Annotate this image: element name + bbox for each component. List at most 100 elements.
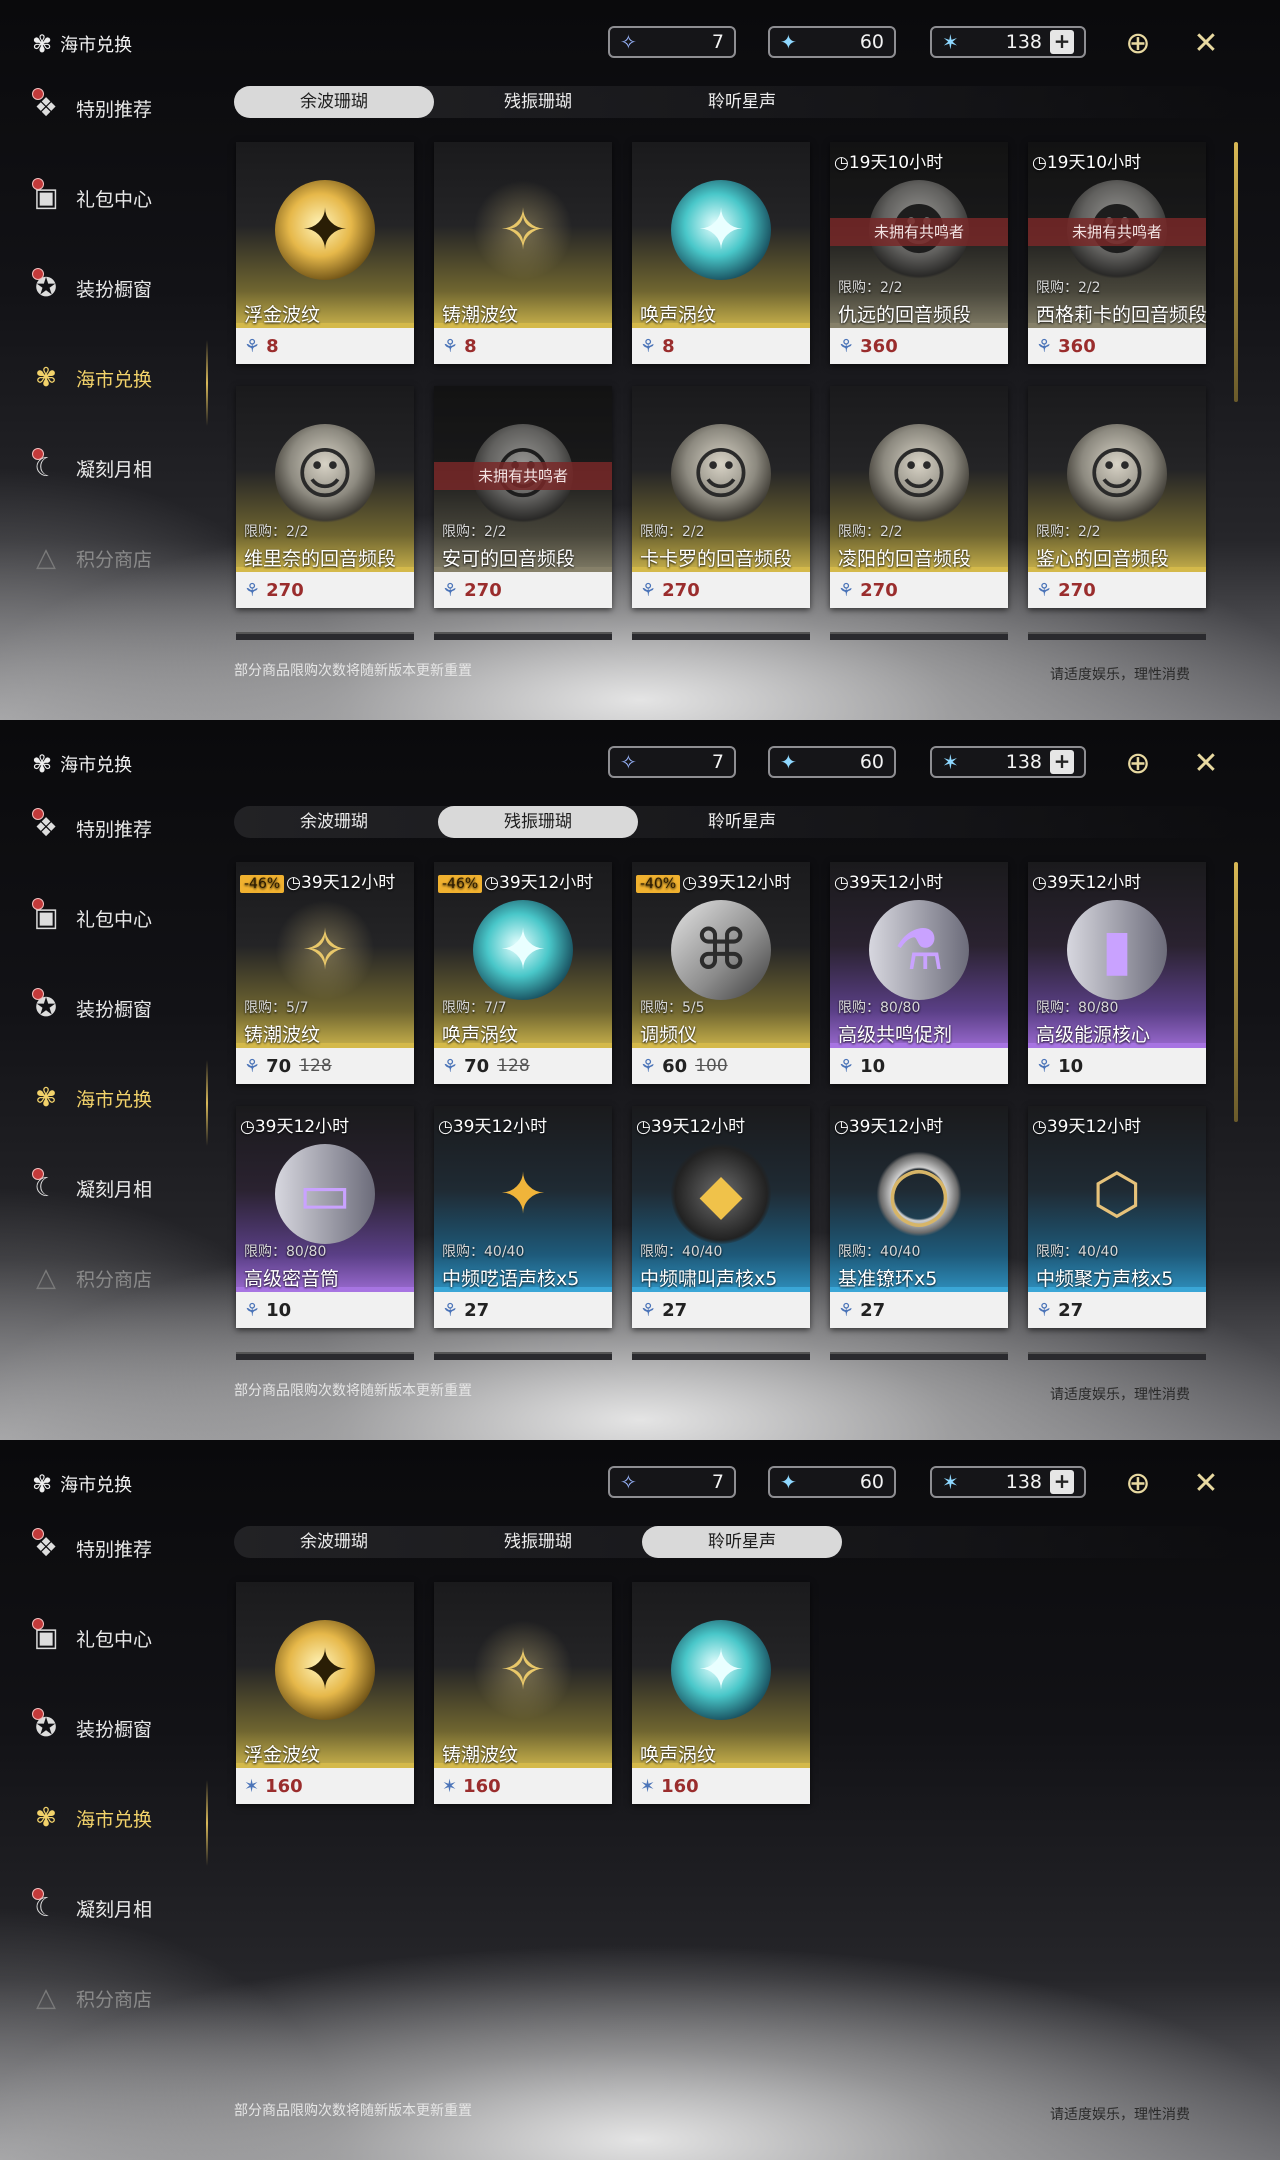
currency-value: 7	[711, 1471, 724, 1493]
sidebar-item-5[interactable]: ☾ 凝刻月相	[28, 1166, 203, 1210]
shop-item-card[interactable]: ✦ -46% ◷39天12小时 限购：7/7 唤声涡纹 ⚘ 70 128	[434, 862, 612, 1084]
sidebar-item-4[interactable]: ✾ 海市兑换	[28, 1796, 203, 1840]
settings-icon[interactable]: ⊕	[1118, 1464, 1158, 1504]
sidebar-item-6[interactable]: △ 积分商店	[28, 1256, 203, 1300]
price-value: 270	[1058, 579, 1096, 601]
shop-item-card[interactable]: ◯ ◷39天12小时 限购：40/40 基准镣环x5 ⚘ 27	[830, 1106, 1008, 1328]
shop-item-card[interactable]: ✧ -46% ◷39天12小时 限购：5/7 铸潮波纹 ⚘ 70 128	[236, 862, 414, 1084]
tab-1[interactable]: 余波珊瑚	[234, 86, 434, 118]
tab-3[interactable]: 聆听星声	[642, 86, 842, 118]
shop-item-card[interactable]: ☺未拥有共鸣者限购：2/2安可的回音频段⚘270	[434, 386, 612, 608]
currency-icon: ✧	[620, 750, 637, 774]
close-icon[interactable]: ✕	[1186, 24, 1226, 64]
purchase-limit: 限购：2/2	[838, 524, 903, 540]
sidebar-item-5[interactable]: ☾ 凝刻月相	[28, 1886, 203, 1930]
price-bar: ⚘ 10	[830, 1048, 1008, 1084]
timer-text: 39天12小时	[848, 873, 944, 893]
tab-2[interactable]: 残振珊瑚	[438, 806, 638, 838]
add-currency-button[interactable]: +	[1050, 750, 1074, 774]
shop-item-card[interactable]: ☺ 限购：2/2 凌阳的回音频段 ⚘ 270	[830, 386, 1008, 608]
item-title: 中频呓语声核x5	[442, 1268, 580, 1290]
next-row-card	[830, 632, 1008, 640]
footer-notice: 部分商品限购次数将随新版本更新重置	[234, 663, 472, 679]
shop-item-card[interactable]: ▮ ◷39天12小时 限购：80/80 高级能源核心 ⚘ 10	[1028, 862, 1206, 1084]
tab-1[interactable]: 余波珊瑚	[234, 1526, 434, 1558]
item-icon: ▭	[275, 1144, 375, 1244]
sidebar-item-4[interactable]: ✾ 海市兑换	[28, 356, 203, 400]
currency-3: ✶ 138 +	[930, 746, 1086, 778]
price-value: 8	[464, 335, 477, 357]
sidebar-item-6[interactable]: △ 积分商店	[28, 536, 203, 580]
item-icon: ✦	[275, 180, 375, 280]
sidebar: ✾ 海市兑换 ❖ 特别推荐 ▣ 礼包中心 ✪ 装扮橱窗 ✾ 海市兑换 ☾ 凝刻月相 △ 积分商店	[0, 720, 210, 1440]
item-title: 凌阳的回音频段	[838, 548, 972, 570]
add-currency-button[interactable]: +	[1050, 30, 1074, 54]
tab-2[interactable]: 残振珊瑚	[438, 86, 638, 118]
tab-3[interactable]: 聆听星声	[642, 806, 842, 838]
shop-item-card[interactable]: ☺ 限购：2/2 维里奈的回音频段 ⚘ 270	[236, 386, 414, 608]
notification-dot	[32, 448, 44, 460]
tab-3[interactable]: 聆听星声	[642, 1526, 842, 1558]
tab-2[interactable]: 残振珊瑚	[438, 1526, 638, 1558]
footer-advisory: 请适度娱乐，理性消费	[1050, 667, 1190, 683]
add-currency-button[interactable]: +	[1050, 1470, 1074, 1494]
original-price: 128	[299, 1056, 332, 1076]
sidebar-item-label: 特别推荐	[76, 818, 153, 841]
moon-icon: ☾	[28, 1168, 64, 1206]
sidebar-item-3[interactable]: ✪ 装扮橱窗	[28, 1706, 203, 1750]
shop-item-card[interactable]: ✦ 浮金波纹 ⚘ 8	[236, 142, 414, 364]
settings-icon[interactable]: ⊕	[1118, 24, 1158, 64]
timer-text: 39天12小时	[848, 1117, 944, 1137]
clock-icon: ◷	[438, 1117, 453, 1137]
sidebar-item-6[interactable]: △ 积分商店	[28, 1976, 203, 2020]
tab-bar: 余波珊瑚 残振珊瑚 聆听星声	[234, 1526, 1234, 1558]
shop-item-card[interactable]: ⬡ ◷39天12小时 限购：40/40 中频聚方声核x5 ⚘ 27	[1028, 1106, 1206, 1328]
sidebar-item-3[interactable]: ✪ 装扮橱窗	[28, 986, 203, 1030]
coral-icon: ✾	[32, 30, 53, 58]
page-title: ✾ 海市兑换	[32, 30, 132, 58]
purchase-limit: 限购：2/2	[1036, 524, 1101, 540]
settings-icon[interactable]: ⊕	[1118, 744, 1158, 784]
shop-item-card[interactable]: ◆ ◷39天12小时 限购：40/40 中频啸叫声核x5 ⚘ 27	[632, 1106, 810, 1328]
item-icon: ☺	[671, 424, 771, 524]
shop-item-card[interactable]: ✧ 铸潮波纹 ⚘ 8	[434, 142, 612, 364]
shop-item-card[interactable]: ✧ 铸潮波纹 ✶ 160	[434, 1582, 612, 1804]
discount-badge: -46%	[240, 875, 285, 893]
scrollbar[interactable]	[1234, 862, 1238, 1122]
sidebar-item-1[interactable]: ❖ 特别推荐	[28, 86, 203, 130]
shop-item-card[interactable]: ✦ 唤声涡纹 ⚘ 8	[632, 142, 810, 364]
coral-icon: ✾	[35, 363, 57, 393]
shop-item-card[interactable]: ✦ ◷39天12小时 限购：40/40 中频呓语声核x5 ⚘ 27	[434, 1106, 612, 1328]
active-indicator	[206, 1060, 208, 1146]
sidebar-item-5[interactable]: ☾ 凝刻月相	[28, 446, 203, 490]
shop-item-card[interactable]: ✦ 唤声涡纹 ✶ 160	[632, 1582, 810, 1804]
sidebar-item-label: 礼包中心	[76, 908, 153, 931]
shop-item-card[interactable]: ☻◷19天10小时未拥有共鸣者限购：2/2仇远的回音频段⚘360	[830, 142, 1008, 364]
sidebar-item-label: 凝刻月相	[76, 1178, 153, 1201]
sidebar-item-label: 特别推荐	[76, 98, 153, 121]
sidebar-item-2[interactable]: ▣ 礼包中心	[28, 896, 203, 940]
scrollbar[interactable]	[1234, 142, 1238, 402]
sidebar-item-2[interactable]: ▣ 礼包中心	[28, 176, 203, 220]
sidebar-item-1[interactable]: ❖ 特别推荐	[28, 1526, 203, 1570]
shop-item-card[interactable]: ▭ ◷39天12小时 限购：80/80 高级密音筒 ⚘ 10	[236, 1106, 414, 1328]
shop-item-card[interactable]: ⚗ ◷39天12小时 限购：80/80 高级共鸣促剂 ⚘ 10	[830, 862, 1008, 1084]
star-pack-icon: ❖	[28, 1528, 64, 1566]
coral-currency-icon: ⚘	[442, 335, 459, 357]
shop-item-card[interactable]: ⌘ -40% ◷39天12小时 限购：5/5 调频仪 ⚘ 60 100	[632, 862, 810, 1084]
sidebar-item-4[interactable]: ✾ 海市兑换	[28, 1076, 203, 1120]
discount-badge: -46%	[438, 875, 483, 893]
currency-icon: ✦	[780, 30, 797, 54]
sidebar-item-2[interactable]: ▣ 礼包中心	[28, 1616, 203, 1660]
outfit-icon: ✪	[28, 988, 64, 1026]
shop-item-card[interactable]: ☺ 限购：2/2 卡卡罗的回音频段 ⚘ 270	[632, 386, 810, 608]
shop-item-card[interactable]: ☻◷19天10小时未拥有共鸣者限购：2/2西格莉卡的回音频段⚘360	[1028, 142, 1207, 364]
item-title: 唤声涡纹	[640, 1744, 717, 1766]
shop-item-card[interactable]: ✦ 浮金波纹 ✶ 160	[236, 1582, 414, 1804]
sidebar-item-3[interactable]: ✪ 装扮橱窗	[28, 266, 203, 310]
tab-1[interactable]: 余波珊瑚	[234, 806, 434, 838]
close-icon[interactable]: ✕	[1186, 744, 1226, 784]
sidebar-item-1[interactable]: ❖ 特别推荐	[28, 806, 203, 850]
shop-item-card[interactable]: ☺ 限购：2/2 鉴心的回音频段 ⚘ 270	[1028, 386, 1206, 608]
close-icon[interactable]: ✕	[1186, 1464, 1226, 1504]
